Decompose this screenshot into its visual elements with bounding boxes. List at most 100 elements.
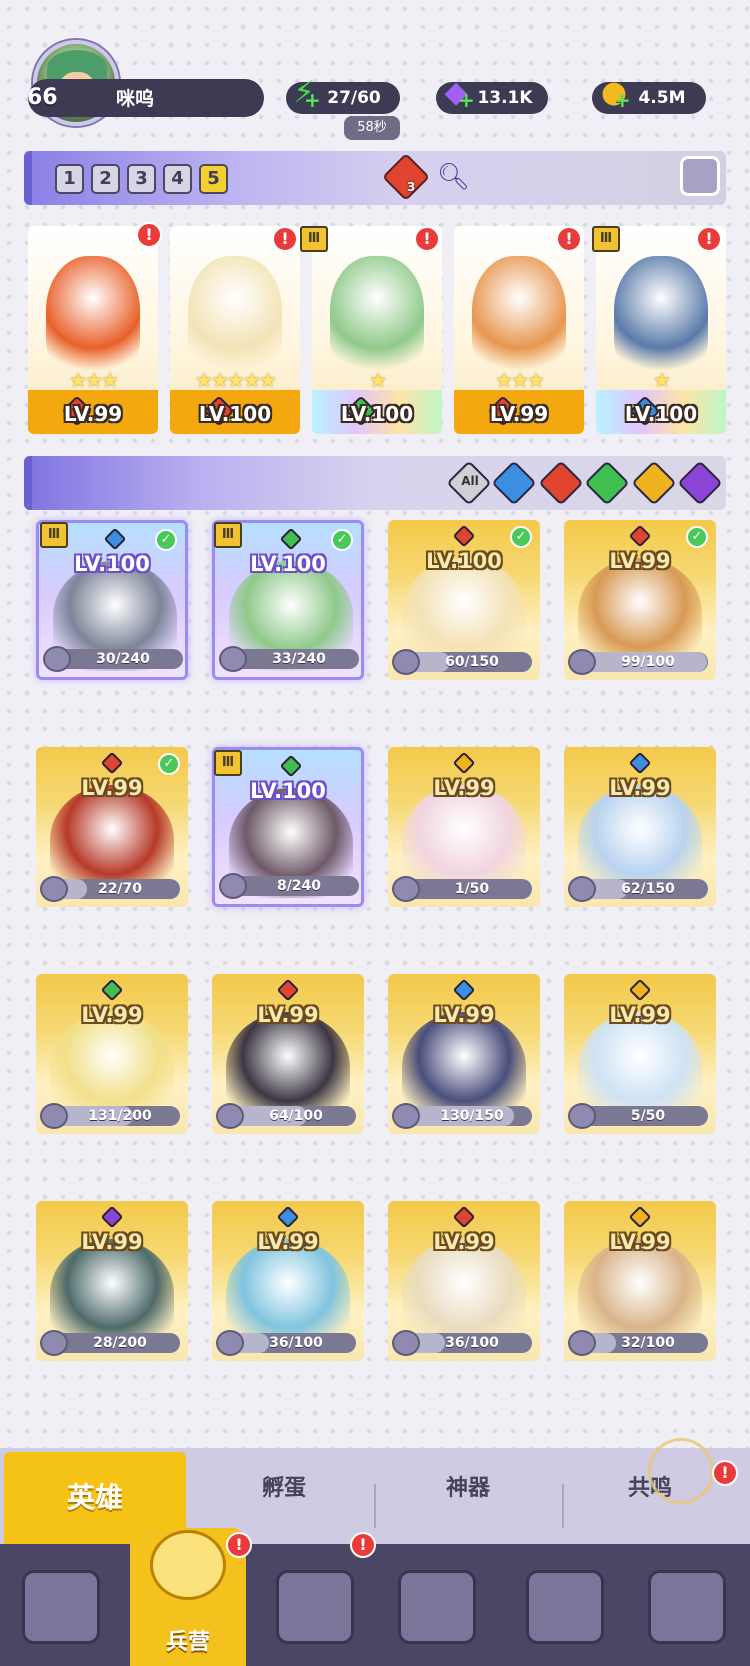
hero-card[interactable]: LV.99★★★★★28/200 [36,1201,188,1361]
element-icon [628,1205,652,1229]
shard-progress-text: 22/70 [97,881,143,897]
hero-card[interactable]: LV.99★★★36/100 [212,1201,364,1361]
share-icon[interactable] [680,156,720,196]
element-icon [100,751,124,775]
hero-portrait [46,256,140,376]
shard-progress-text: 32/100 [621,1335,675,1351]
shard-progress-text: 33/240 [272,651,326,667]
add-energy-icon[interactable]: + [304,88,321,112]
shard-progress-text: 36/100 [269,1335,323,1351]
shard-icon [216,1330,244,1356]
shard-progress-text: 64/100 [269,1108,323,1124]
hero-card[interactable]: LV.99★★5/50 [564,974,716,1134]
team-slot-1[interactable]: 1 [55,164,84,194]
team-hero-card[interactable]: ★ LV.100 [312,226,442,434]
team-hero-card[interactable]: ★★★ LV.99 [454,226,584,434]
hero-level: LV.99 [81,776,143,800]
hero-card[interactable]: LV.99★★★22/70✓ [36,747,188,907]
rank-badge-icon: Ⅲ [300,226,328,252]
element-icon [276,1205,300,1229]
hero-card[interactable]: LV.99★★★64/100 [212,974,364,1134]
shard-icon [40,1103,68,1129]
alert-badge: ! [712,1460,738,1486]
shard-progress-text: 36/100 [445,1335,499,1351]
hero-card[interactable]: LV.100★★★★★60/150✓ [388,520,540,680]
rank-badge-icon: Ⅲ [214,522,242,548]
hero-level: LV.99 [489,402,549,426]
shard-icon [219,646,247,672]
shard-progress-text: 60/150 [445,654,499,670]
hero-card[interactable]: LV.99★★★99/100✓ [564,520,716,680]
tab-artifacts[interactable]: 神器 [418,1470,518,1502]
shard-progress-text: 30/240 [96,651,150,667]
hero-level: LV.99 [609,1230,671,1254]
check-icon: ✓ [158,753,180,775]
team-slot-4[interactable]: 4 [163,164,192,194]
shard-icon [216,1103,244,1129]
shard-icon [568,876,596,902]
alert-badge: ! [414,226,440,252]
hero-card[interactable]: LV.99★★★★★131/200 [36,974,188,1134]
hero-portrait [472,256,566,376]
add-gems-icon[interactable]: + [458,88,475,112]
nav-barracks-label: 兵营 [165,1630,210,1655]
tab-hatch[interactable]: 孵蛋 [234,1470,334,1502]
shard-icon [40,876,68,902]
hero-level: LV.100 [340,402,414,426]
hero-level: LV.100 [198,402,272,426]
team-slot-3[interactable]: 3 [127,164,156,194]
energy-timer: 58秒 [344,116,400,140]
check-icon: ✓ [155,529,177,551]
hero-card[interactable]: LV.99★★★★32/100 [564,1201,716,1361]
alert-badge: ! [350,1532,376,1558]
add-coins-icon[interactable]: + [614,88,631,112]
hero-level: LV.99 [81,1230,143,1254]
team-hero-card[interactable]: ★★★ LV.99 [28,226,158,434]
rank-badge-icon: Ⅲ [214,750,242,776]
shard-icon [392,1330,420,1356]
hero-card[interactable]: LV.99★★★★36/100 [388,1201,540,1361]
banner-icon[interactable] [648,1570,726,1644]
book-icon[interactable] [276,1570,354,1644]
hero-level: LV.99 [81,1003,143,1027]
hero-portrait [614,256,708,376]
hero-card[interactable]: LV.99★★1/50 [388,747,540,907]
resonance-ring-icon [648,1438,714,1504]
shard-progress-text: 131/200 [88,1108,152,1124]
cards-icon[interactable] [22,1570,100,1644]
hero-level: LV.100 [624,402,698,426]
tab-divider [374,1484,376,1528]
hero-level: LV.100 [426,549,502,573]
shard-icon [219,873,247,899]
team-hero-card[interactable]: ★ LV.100 [596,226,726,434]
game-screen: 66 咪呜 27/60 ⚡ + 58秒 13.1K ◆ + 4.5M ● + 1… [0,0,750,1666]
shard-icon [568,1330,596,1356]
element-count: 3 [407,180,416,194]
tab-divider [562,1484,564,1528]
energy-value: 27/60 [327,88,381,108]
hero-level: LV.99 [433,776,495,800]
filter-all-label: All [461,474,479,488]
search-icon[interactable]: 🔍︎ [437,162,470,192]
check-icon: ✓ [510,526,532,548]
team-slot-5[interactable]: 5 [199,164,228,194]
element-icon [279,527,303,551]
hero-level: LV.99 [609,776,671,800]
team-hero-card[interactable]: ★★★★★ LV.100 [170,226,300,434]
rank-badge-icon: Ⅲ [592,226,620,252]
hero-card[interactable]: LV.99★★★★★62/150 [564,747,716,907]
shard-icon [392,649,420,675]
castle-icon[interactable] [398,1570,476,1644]
hero-level: LV.100 [250,552,326,576]
hero-level: LV.99 [257,1003,319,1027]
hero-level: LV.99 [609,1003,671,1027]
team-slot-2[interactable]: 2 [91,164,120,194]
mushroom-icon[interactable] [526,1570,604,1644]
shard-progress-text: 99/100 [621,654,675,670]
element-icon [452,978,476,1002]
hero-portrait [188,256,282,376]
element-icon [452,524,476,548]
hero-card[interactable]: LV.99★★★★★130/150 [388,974,540,1134]
element-icon [452,751,476,775]
element-icon [276,978,300,1002]
